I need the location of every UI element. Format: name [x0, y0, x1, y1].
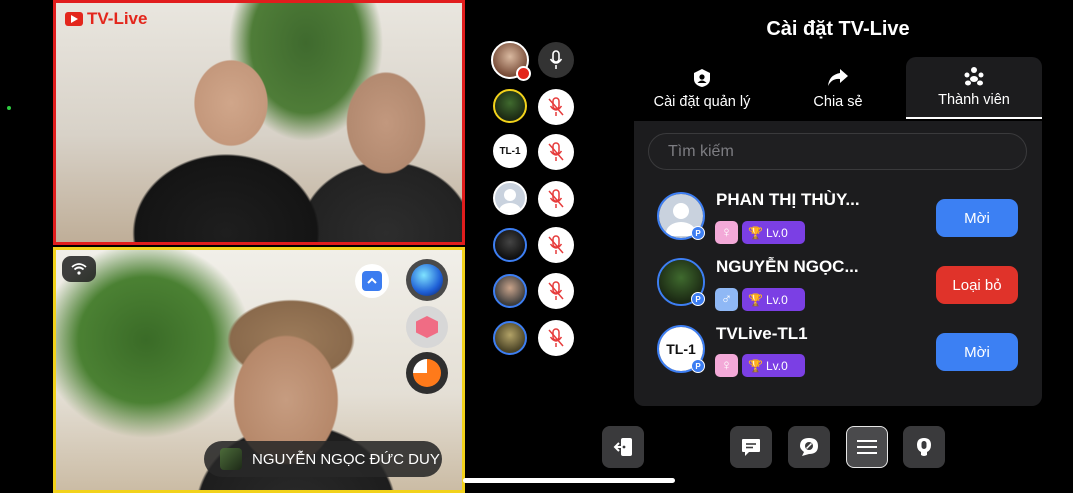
participant-avatar[interactable] — [493, 89, 527, 123]
tl1-logo-label: TL-1 — [666, 341, 696, 357]
mic-on-button[interactable] — [538, 42, 574, 78]
filter-button[interactable] — [406, 259, 448, 301]
trophy-icon: 🏆 — [748, 292, 763, 307]
female-icon: ♀ — [715, 354, 738, 377]
participant-avatar[interactable] — [493, 274, 527, 308]
mic-off-icon — [548, 142, 564, 161]
member-badge: P — [691, 359, 705, 373]
member-name: TVLive-TL1 — [716, 324, 808, 343]
member-avatar[interactable]: P — [657, 192, 705, 240]
hexagon-icon — [416, 316, 438, 338]
mic-toggle-button[interactable] — [903, 426, 945, 468]
presenter-avatar — [220, 448, 242, 470]
level-badge: 🏆 Lv.0 — [742, 221, 805, 244]
tab-label: Chia sẻ — [813, 94, 863, 110]
mic-muted-button[interactable] — [538, 89, 574, 125]
default-person-icon — [499, 189, 521, 213]
participant-default-avatar[interactable] — [493, 181, 527, 215]
admin-icon — [694, 69, 710, 87]
member-name: PHAN THỊ THÙY... — [716, 190, 860, 209]
menu-button[interactable] — [846, 426, 888, 468]
trophy-icon: 🏆 — [748, 225, 763, 240]
member-badge: P — [691, 226, 705, 240]
brand-logo: TV-Live — [65, 9, 147, 29]
tab-label: Cài đặt quản lý — [653, 94, 751, 110]
members-icon — [964, 67, 984, 86]
status-dot — [7, 106, 11, 110]
mic-off-icon — [548, 189, 564, 208]
chevron-up-icon — [362, 271, 382, 291]
comment-toggle-button[interactable] — [788, 426, 830, 468]
mic-off-icon — [548, 97, 564, 116]
member-avatar[interactable]: TL-1 P — [657, 325, 705, 373]
comment-off-icon — [800, 438, 818, 456]
chat-button[interactable] — [730, 426, 772, 468]
participant-tl1-avatar[interactable]: TL-1 — [493, 134, 527, 168]
effect-button[interactable] — [406, 352, 448, 394]
mic-off-icon — [548, 281, 564, 300]
male-icon: ♂ — [715, 288, 738, 311]
collapse-button[interactable] — [355, 264, 389, 298]
wifi-icon — [62, 256, 96, 282]
level-label: Lv.0 — [765, 292, 788, 307]
participant-avatar[interactable] — [493, 321, 527, 355]
remove-button[interactable]: Loại bỏ — [936, 266, 1018, 304]
member-badge: P — [691, 292, 705, 306]
guest-video-pane[interactable]: NGUYỄN NGỌC ĐỨC DUY — [53, 247, 465, 493]
member-name: NGUYỄN NGỌC... — [716, 257, 859, 276]
invite-button[interactable]: Mời — [936, 199, 1018, 237]
panel-title: Cài đặt TV-Live — [766, 18, 910, 40]
mic-off-icon — [548, 235, 564, 254]
filter-globe-icon — [411, 264, 443, 296]
chat-icon — [742, 439, 760, 456]
mic-icon — [549, 50, 563, 69]
member-avatar[interactable]: P — [657, 258, 705, 306]
effect-orange-icon — [413, 359, 441, 387]
share-icon — [828, 69, 848, 86]
home-indicator — [463, 478, 675, 483]
exit-button[interactable] — [602, 426, 644, 468]
search-input[interactable]: Tìm kiếm — [648, 133, 1027, 170]
female-icon: ♀ — [715, 221, 738, 244]
presenter-nameplate: NGUYỄN NGỌC ĐỨC DUY — [204, 441, 442, 477]
tab-admin-settings[interactable]: Cài đặt quản lý — [634, 57, 770, 119]
mic-muted-button[interactable] — [538, 181, 574, 217]
tab-members[interactable]: Thành viên — [906, 57, 1042, 119]
mic-off-icon — [548, 328, 564, 347]
level-label: Lv.0 — [765, 358, 788, 373]
mic-muted-button[interactable] — [538, 134, 574, 170]
tab-share[interactable]: Chia sẻ — [770, 57, 906, 119]
beauty-button[interactable] — [406, 306, 448, 348]
host-video-pane[interactable]: TV-Live — [53, 0, 465, 245]
tl1-avatar-label: TL-1 — [499, 145, 521, 157]
exit-icon — [613, 438, 632, 456]
tab-label: Thành viên — [938, 92, 1010, 108]
mic-muted-button[interactable] — [538, 227, 574, 263]
presenter-name: NGUYỄN NGỌC ĐỨC DUY — [252, 450, 440, 468]
mic-muted-button[interactable] — [538, 320, 574, 356]
trophy-icon: 🏆 — [748, 358, 763, 373]
recording-dot-icon — [516, 66, 531, 81]
brand-name: TV-Live — [87, 9, 148, 28]
menu-icon — [857, 440, 877, 454]
participant-avatar[interactable] — [493, 228, 527, 262]
mic-muted-button[interactable] — [538, 273, 574, 309]
mic-toggle-icon — [917, 438, 931, 456]
level-badge: 🏆 Lv.0 — [742, 288, 805, 311]
tv-logo-icon — [65, 12, 83, 26]
level-label: Lv.0 — [765, 225, 788, 240]
invite-button[interactable]: Mời — [936, 333, 1018, 371]
level-badge: 🏆 Lv.0 — [742, 354, 805, 377]
